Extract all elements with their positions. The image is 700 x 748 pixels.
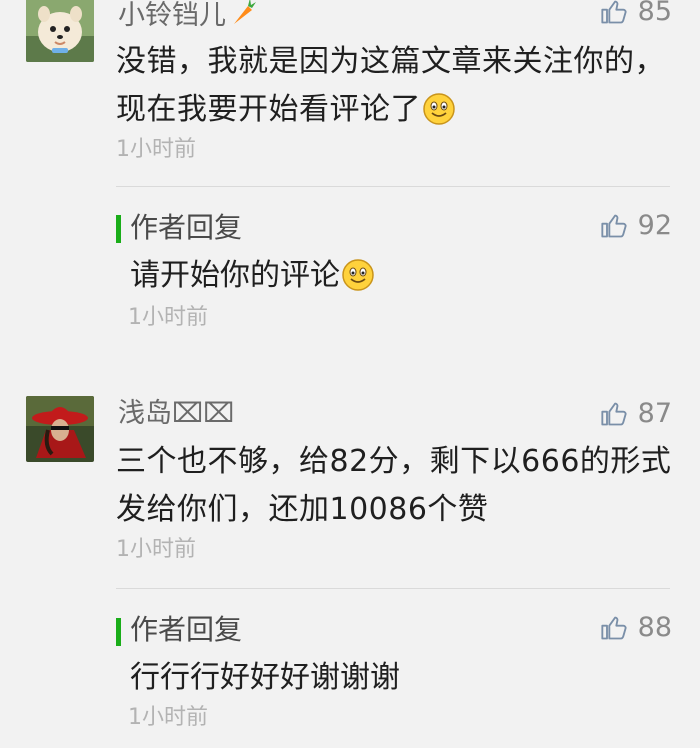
reply-indicator <box>116 215 121 243</box>
dog-avatar-icon <box>26 0 94 62</box>
comment-author-name[interactable]: 小铃铛儿 <box>118 0 256 32</box>
reply-text-content: 请开始你的评论 <box>130 258 340 293</box>
like-count: 92 <box>637 210 672 241</box>
reply-text: 请开始你的评论 <box>130 254 374 298</box>
reply-time: 1小时前 <box>128 705 208 730</box>
divider <box>116 588 670 589</box>
smile-emoji-icon <box>342 259 374 291</box>
like-count: 88 <box>637 612 672 643</box>
author-reply-label: 作者回复 <box>130 211 243 244</box>
author-reply-label: 作者回复 <box>130 613 243 646</box>
comment-text: 三个也不够，给82分，剩下以666的形式发给你们，还加10086个赞 <box>116 444 672 527</box>
like-button[interactable]: 88 <box>600 612 672 644</box>
reply-time: 1小时前 <box>128 305 208 330</box>
comment-text-content: 没错，我就是因为这篇文章来关注你的，现在我要开始看评论了 <box>116 44 665 127</box>
thumbs-up-icon <box>601 0 627 24</box>
avatar[interactable] <box>26 0 94 62</box>
red-hat-avatar-icon <box>26 396 94 462</box>
avatar[interactable] <box>26 396 94 462</box>
smile-emoji-icon <box>423 93 455 125</box>
author-name-text: 小铃铛儿 <box>118 0 226 31</box>
thumbs-up-icon <box>601 616 627 640</box>
divider <box>116 186 670 187</box>
comment-text: 没错，我就是因为这篇文章来关注你的，现在我要开始看评论了 <box>116 38 686 134</box>
comment-time: 1小时前 <box>116 537 196 562</box>
thumbs-up-icon <box>601 402 627 426</box>
reply-indicator <box>116 618 121 646</box>
like-button[interactable]: 85 <box>600 0 672 28</box>
like-button[interactable]: 87 <box>600 398 672 430</box>
like-count: 87 <box>637 398 672 429</box>
like-count: 85 <box>637 0 672 27</box>
comment-time: 1小时前 <box>116 137 196 162</box>
reply-text: 行行行好好好谢谢谢 <box>130 660 400 695</box>
comment-author-name[interactable]: 浅岛⌧⌧ <box>118 398 234 430</box>
carrot-icon <box>234 0 256 24</box>
like-button[interactable]: 92 <box>600 210 672 242</box>
thumbs-up-icon <box>601 214 627 238</box>
